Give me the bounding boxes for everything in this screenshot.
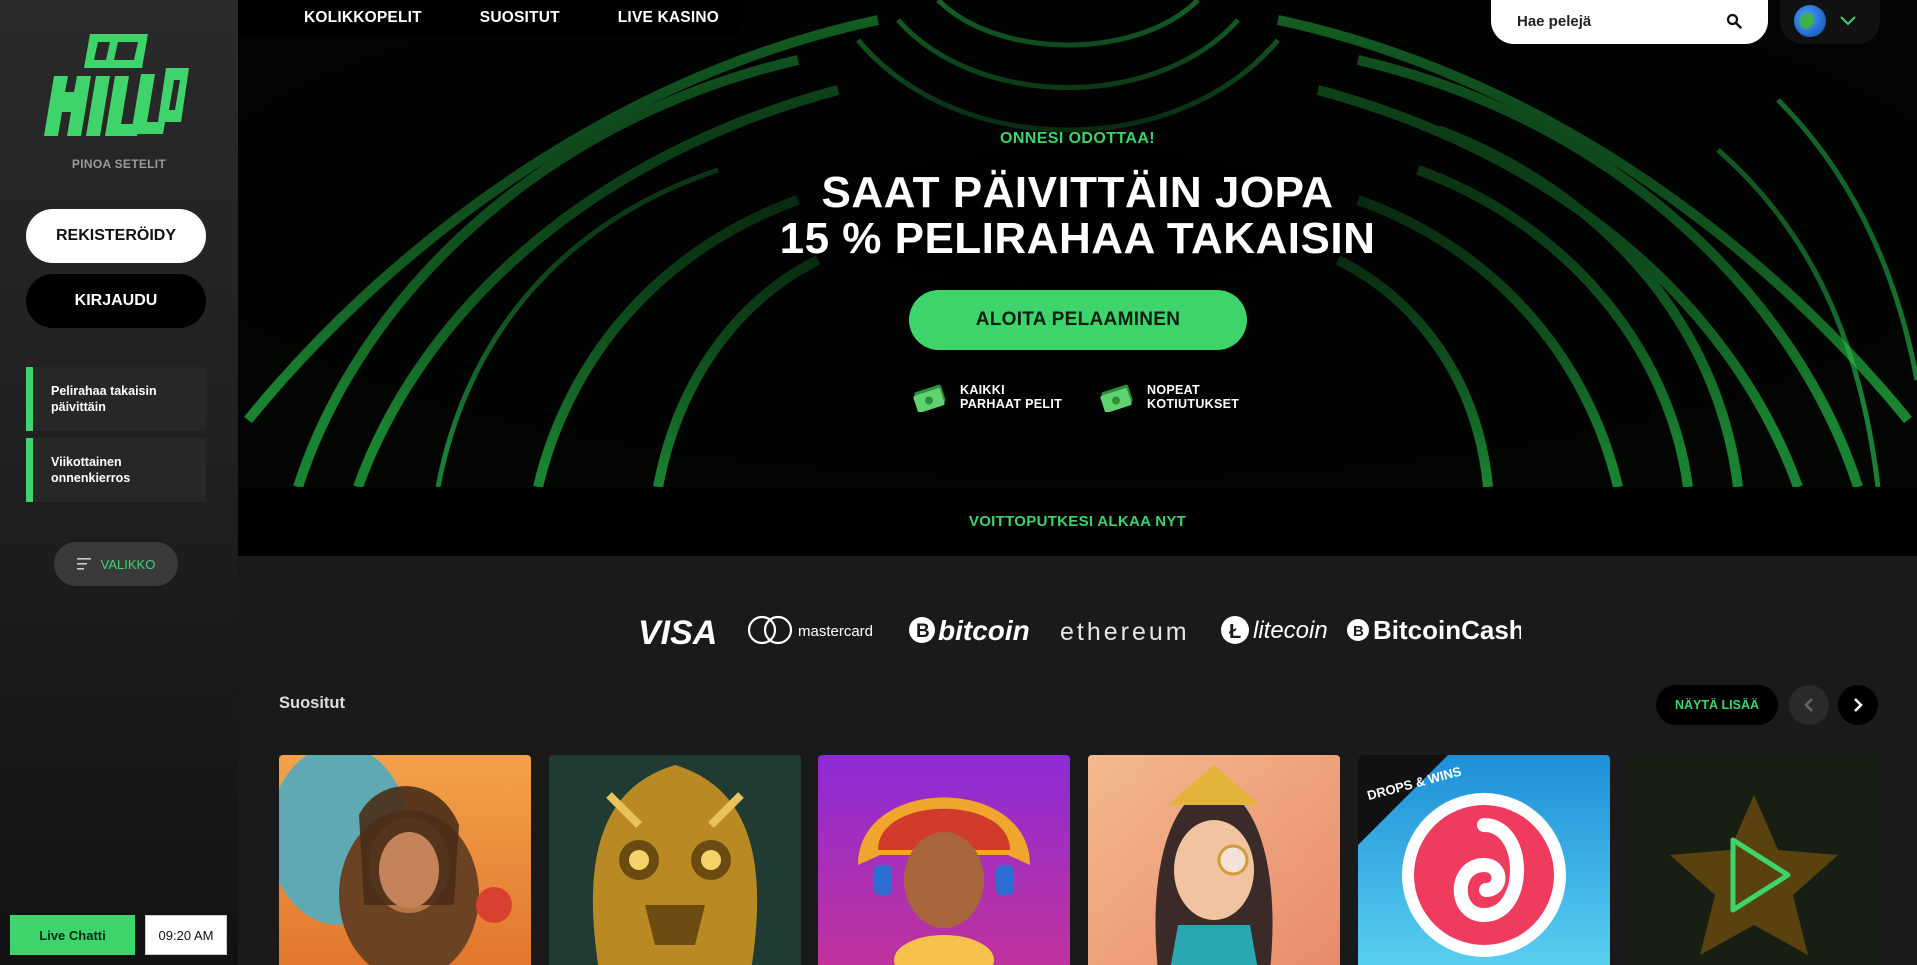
nav-item-slots[interactable]: KOLIKKOPELIT — [304, 9, 422, 27]
brand-tagline: PINOA SETELIT — [71, 157, 167, 171]
feature-line2: PARHAAT PELIT — [960, 397, 1063, 411]
menu-button[interactable]: VALIKKO — [54, 542, 178, 586]
feature-line2: KOTIUTUKSET — [1147, 397, 1240, 411]
svg-text:B: B — [1353, 623, 1364, 640]
game-tile-3[interactable] — [818, 755, 1070, 965]
nav-item-popular[interactable]: SUOSITUT — [480, 9, 560, 27]
ethereum-text: ethereum — [1060, 618, 1190, 646]
menu-label: VALIKKO — [100, 556, 156, 572]
globe-icon — [1794, 5, 1826, 37]
search-input[interactable] — [1517, 12, 1726, 30]
carousel-prev-button[interactable] — [1789, 685, 1829, 725]
hero-headline: SAAT PÄIVITTÄIN JOPA 15 % PELIRAHAA TAKA… — [238, 170, 1917, 262]
game-thumbnail — [818, 755, 1070, 965]
login-button[interactable]: KIRJAUDU — [26, 274, 206, 328]
live-chat-button[interactable]: Live Chatti — [10, 915, 135, 955]
game-tile-1[interactable] — [279, 755, 531, 965]
feature-line1: NOPEAT — [1147, 383, 1200, 397]
menu-icon — [76, 558, 91, 570]
hero-banner: KOLIKKOPELIT SUOSITUT LIVE KASINO ONNESI… — [238, 0, 1917, 556]
language-selector[interactable] — [1780, 0, 1880, 44]
game-tile-2[interactable] — [549, 755, 801, 965]
nav-item-live-casino[interactable]: LIVE KASINO — [618, 9, 719, 27]
promo-item-cashback[interactable]: Pelirahaa takaisin päivittäin — [26, 367, 206, 431]
bitcoin-text: bitcoin — [938, 615, 1030, 646]
payment-methods: VISA mastercard B bitcoin ethereum Ł lit… — [238, 556, 1917, 676]
chevron-left-icon — [1804, 698, 1813, 712]
game-thumbnail: DROPS & WINS — [1358, 755, 1610, 965]
register-button[interactable]: REKISTERÖIDY — [26, 209, 206, 263]
litecoin-logo: Ł litecoin — [1221, 616, 1328, 644]
search-icon[interactable] — [1726, 13, 1742, 29]
mastercard-text: mastercard — [798, 623, 873, 640]
game-thumbnail — [1628, 755, 1880, 965]
mastercard-logo: mastercard — [747, 615, 873, 645]
sidebar: PINOA SETELIT REKISTERÖIDY KIRJAUDU Peli… — [0, 0, 238, 965]
promo-label: Viikottainen onnenkierros — [51, 455, 131, 485]
litecoin-text: litecoin — [1253, 617, 1328, 644]
hero-headline-line1: SAAT PÄIVITTÄIN JOPA — [821, 168, 1334, 217]
svg-text:Ł: Ł — [1229, 621, 1241, 643]
chevron-down-icon — [1840, 16, 1856, 26]
bitcoincash-text: BitcoinCash — [1373, 615, 1521, 645]
visa-text: VISA — [638, 614, 717, 652]
feature-best-games: KAIKKI PARHAAT PELIT — [910, 382, 1062, 412]
hillo-logo[interactable] — [44, 30, 189, 142]
app-root: PINOA SETELIT REKISTERÖIDY KIRJAUDU Peli… — [0, 0, 1917, 965]
search-box — [1491, 0, 1768, 44]
hero-kicker: ONNESI ODOTTAA! — [999, 130, 1156, 147]
promo-strip: VOITTOPUTKESI ALKAA NYT — [238, 487, 1917, 556]
game-tile-5[interactable]: DROPS & WINS — [1358, 755, 1610, 965]
show-more-button[interactable]: NÄYTÄ LISÄÄ — [1656, 685, 1778, 725]
feature-line1: KAIKKI — [960, 383, 1005, 397]
start-playing-button[interactable]: ALOITA PELAAMINEN — [909, 290, 1247, 350]
visa-logo: VISA — [638, 614, 717, 652]
hero-headline-line2: 15 % PELIRAHAA TAKAISIN — [779, 214, 1376, 263]
svg-text:B: B — [916, 621, 930, 642]
ethereum-logo: ethereum — [1060, 618, 1190, 646]
promo-strip-text: VOITTOPUTKESI ALKAA NYT — [968, 513, 1187, 530]
game-tile-4[interactable] — [1088, 755, 1340, 965]
cash-icon — [913, 384, 946, 412]
feature-fast-withdrawals: NOPEAT KOTIUTUKSET — [1097, 382, 1239, 412]
top-nav: KOLIKKOPELIT SUOSITUT LIVE KASINO — [238, 0, 746, 36]
cash-icon — [1100, 384, 1133, 412]
bitcoincash-logo: B BitcoinCash — [1347, 615, 1521, 645]
game-tile-6[interactable] — [1628, 755, 1880, 965]
carousel-next-button[interactable] — [1838, 685, 1878, 725]
bitcoin-logo: B bitcoin — [909, 615, 1030, 646]
game-thumbnail — [549, 755, 801, 965]
game-thumbnail — [279, 755, 531, 965]
section-title-popular: Suositut — [279, 694, 345, 712]
clock: 09:20 AM — [145, 915, 227, 955]
promo-label: Pelirahaa takaisin päivittäin — [51, 384, 157, 414]
game-thumbnail — [1088, 755, 1340, 965]
chevron-right-icon — [1854, 698, 1863, 712]
promo-item-wheel[interactable]: Viikottainen onnenkierros — [26, 438, 206, 502]
